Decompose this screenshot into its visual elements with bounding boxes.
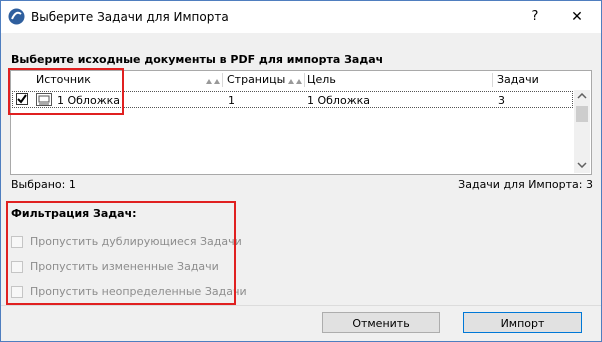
title-bar[interactable]: Выберите Задачи для Импорта ? ✕: [1, 1, 601, 33]
cell-pages: 1: [228, 94, 235, 107]
column-separator[interactable]: [222, 73, 223, 87]
cell-target: 1 Обложка: [307, 94, 370, 107]
scroll-down-icon[interactable]: [577, 162, 587, 168]
column-header-pages[interactable]: Страницы: [227, 71, 285, 89]
import-tasks-dialog: Выберите Задачи для Импорта ? ✕ Выберите…: [0, 0, 602, 342]
app-logo-icon: [8, 8, 25, 25]
window-title: Выберите Задачи для Импорта: [31, 10, 229, 24]
close-button[interactable]: ✕: [566, 8, 588, 26]
sort-arrows-icon[interactable]: [288, 77, 302, 85]
column-separator[interactable]: [492, 73, 493, 87]
source-section-label: Выберите исходные документы в PDF для им…: [11, 53, 384, 66]
button-bar-divider: [1, 305, 601, 306]
import-button[interactable]: Импорт: [463, 312, 582, 333]
scrollbar-thumb[interactable]: [576, 106, 588, 122]
vertical-scrollbar[interactable]: [574, 90, 590, 173]
scroll-up-icon[interactable]: [577, 93, 587, 99]
cell-tasks: 3: [498, 94, 505, 107]
cancel-button[interactable]: Отменить: [322, 312, 440, 333]
column-separator[interactable]: [304, 73, 305, 87]
selected-count: Выбрано: 1: [11, 178, 76, 191]
sort-arrows-icon[interactable]: [206, 77, 220, 85]
highlight-box-source: [8, 68, 124, 115]
help-button[interactable]: ?: [524, 8, 546, 26]
tasks-to-import-count: Задачи для Импорта: 3: [458, 178, 593, 191]
column-header-tasks[interactable]: Задачи: [497, 71, 539, 89]
column-header-target[interactable]: Цель: [307, 71, 336, 89]
highlight-box-filter: [6, 201, 236, 305]
